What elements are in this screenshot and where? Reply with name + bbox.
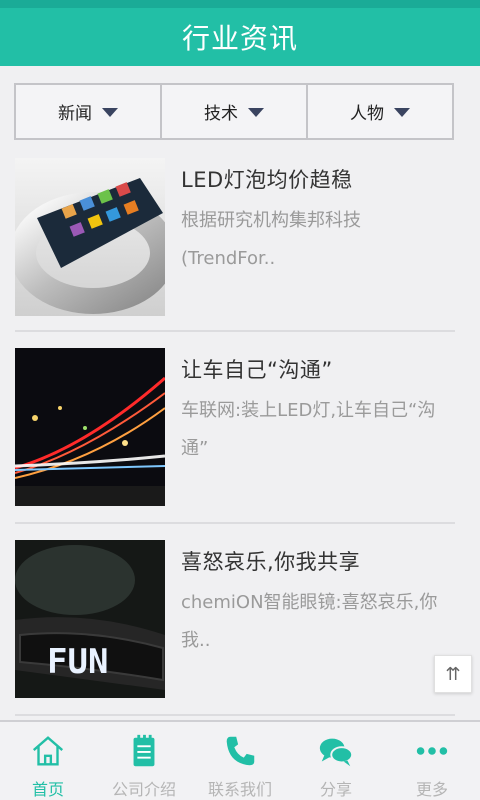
more-icon [416,747,448,755]
filter-bar: 新闻 技术 人物 [14,83,454,140]
scroll-top-icon: ⇈ [445,663,461,685]
filter-label: 技术 [204,104,238,124]
tab-label: 联系我们 [207,780,272,799]
notepad-icon [133,734,155,767]
tab-company[interactable]: 公司介绍 [96,722,192,800]
phone-icon [226,736,255,766]
tab-contact[interactable]: 联系我们 [192,722,288,800]
news-desc: 根据研究机构集邦科技(TrendFor.. [181,210,361,269]
news-item[interactable]: LED灯泡均价趋稳 根据研究机构集邦科技(TrendFor.. [15,158,455,318]
news-desc: 车联网:装上LED灯,让车自己“沟通” [181,400,436,459]
filter-label: 人物 [350,104,384,124]
news-thumbnail-watch [15,158,165,316]
divider [15,714,455,716]
page-title: 行业资讯 [181,22,298,55]
home-icon [32,736,64,766]
caret-down-icon [394,108,410,117]
tab-label: 更多 [415,780,448,799]
tab-label: 分享 [319,780,352,799]
divider [15,522,455,524]
news-desc: chemiON智能眼镜:喜怒哀乐,你我.. [181,592,438,651]
chat-icon [319,738,354,767]
tab-more[interactable]: 更多 [384,722,480,800]
fun-led-text: FUN [47,642,108,682]
news-thumbnail-led-glasses: FUN [15,540,165,698]
tab-label: 首页 [31,780,64,799]
filter-people[interactable]: 人物 [308,85,452,138]
tab-share[interactable]: 分享 [288,722,384,800]
filter-news[interactable]: 新闻 [16,85,162,138]
caret-down-icon [248,108,264,117]
news-title: 喜怒哀乐,你我共享 [181,550,361,574]
news-title: LED灯泡均价趋稳 [181,168,353,192]
filter-tech[interactable]: 技术 [162,85,308,138]
divider [15,330,455,332]
caret-down-icon [102,108,118,117]
filter-label: 新闻 [58,104,92,124]
news-thumbnail-light-trails [15,348,165,506]
tab-home[interactable]: 首页 [0,722,96,800]
bottom-tab-bar: 首页 公司介绍 联系我们 分享 更多 [0,720,480,800]
status-bar [0,0,480,8]
tab-label: 公司介绍 [111,780,176,799]
news-item[interactable]: FUN 喜怒哀乐,你我共享 chemiON智能眼镜:喜怒哀乐,你我.. [15,540,455,700]
news-title: 让车自己“沟通” [181,358,333,382]
news-item[interactable]: 让车自己“沟通” 车联网:装上LED灯,让车自己“沟通” [15,348,455,508]
scroll-top-button[interactable]: ⇈ [434,655,472,693]
header: 行业资讯 [0,8,480,66]
